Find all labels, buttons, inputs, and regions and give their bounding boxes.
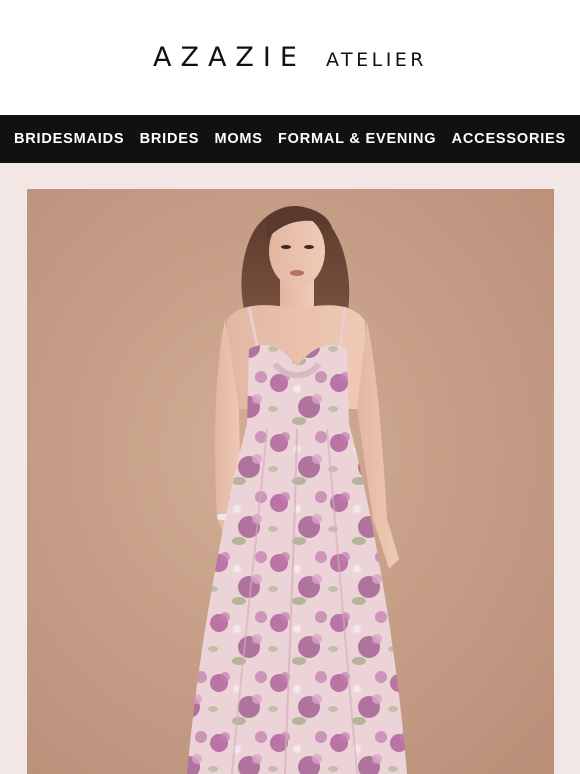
- nav-item-accessories[interactable]: ACCESSORIES: [452, 131, 566, 147]
- nav-item-moms[interactable]: MOMS: [214, 131, 262, 147]
- nav-item-bridesmaids[interactable]: BRIDESMAIDS: [14, 131, 124, 147]
- brand-sub: ATELIER: [325, 49, 427, 71]
- brand-name: AZAZIE: [153, 42, 306, 73]
- model-floral-dress-illustration: [27, 189, 554, 774]
- brand-logo[interactable]: AZAZIE ATELIER: [153, 42, 427, 73]
- hero-section: [0, 163, 580, 774]
- email-header: AZAZIE ATELIER: [0, 0, 580, 115]
- hero-image[interactable]: [27, 189, 554, 774]
- nav-item-brides[interactable]: BRIDES: [140, 131, 200, 147]
- nav-item-formal-evening[interactable]: FORMAL & EVENING: [278, 131, 436, 147]
- category-nav: BRIDESMAIDS BRIDES MOMS FORMAL & EVENING…: [0, 115, 580, 163]
